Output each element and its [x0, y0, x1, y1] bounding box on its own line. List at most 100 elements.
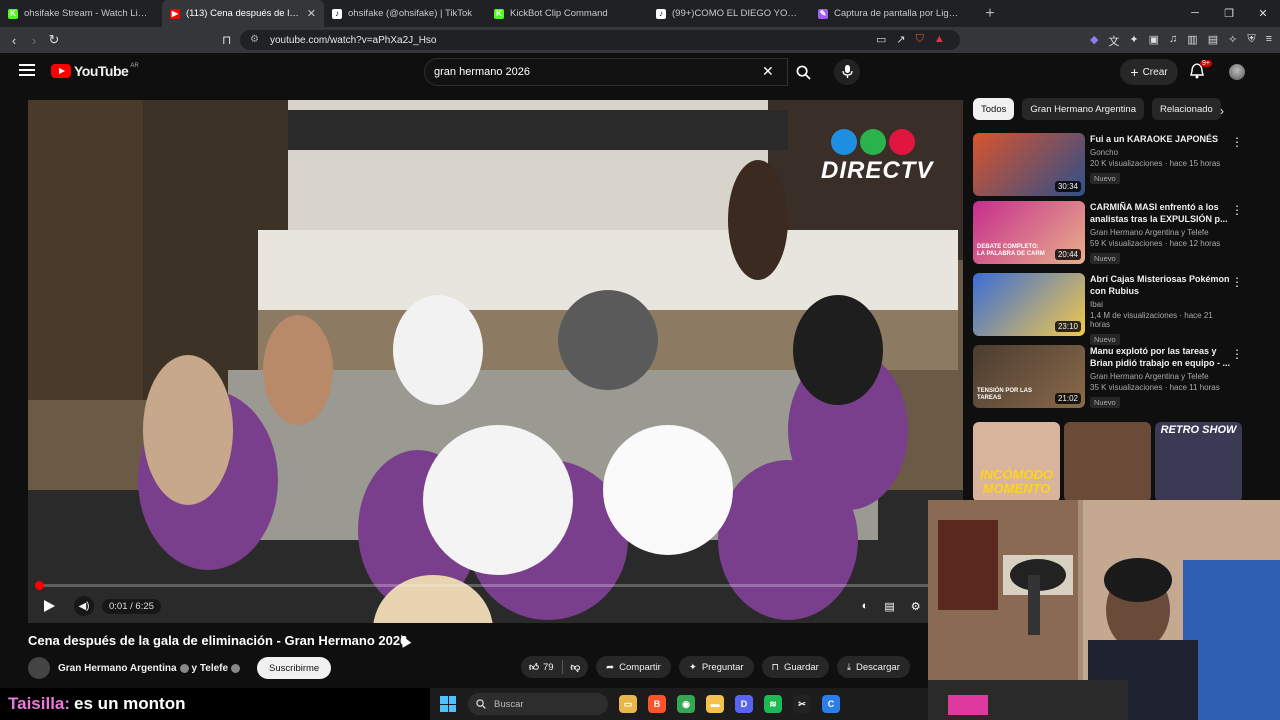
windows-start-icon[interactable]	[440, 696, 456, 712]
restore-icon[interactable]: ❐	[1212, 7, 1246, 20]
search-icon	[796, 65, 811, 80]
wallet-icon[interactable]: ▤	[1208, 33, 1218, 49]
video-player[interactable]: DIRECTV ◀) 0:01 / 6:25 ◐ ▤ ⚙ ▣	[28, 100, 963, 623]
video-title[interactable]: Manu explotó por las tareas y Brian pidi…	[1090, 345, 1230, 369]
channel-collaborator[interactable]: y Telefe	[192, 663, 229, 674]
video-thumbnail[interactable]: TENSIÓN POR LAS TAREAS 21:02	[973, 345, 1085, 408]
voice-search-button[interactable]	[834, 59, 860, 85]
like-button[interactable]: 👍︎ 79	[521, 661, 562, 674]
filter-chip[interactable]: Gran Hermano Argentina	[1022, 98, 1144, 120]
hamburger-menu-icon[interactable]	[19, 64, 35, 76]
extensions-puzzle-icon[interactable]: ✦	[1129, 33, 1138, 49]
tiktok-icon: ♪	[332, 8, 342, 19]
video-thumbnail[interactable]: DEBATE COMPLETO: LA PALABRA DE CARM 20:44	[973, 201, 1085, 264]
discord-icon[interactable]: D	[735, 695, 753, 713]
chevron-right-icon[interactable]: ›	[1220, 104, 1224, 118]
refresh-app-icon[interactable]: C	[822, 695, 840, 713]
search-input[interactable]: gran hermano 2026	[424, 58, 788, 86]
volume-icon[interactable]: ◀)	[74, 596, 94, 616]
browser-tab[interactable]: ♪ (99+)COMO EL DIEGO YO AMO LA T	[648, 0, 810, 27]
video-thumbnail[interactable]: 23:10	[973, 273, 1085, 336]
more-options-icon[interactable]: ⋮	[1231, 275, 1243, 289]
spotify-icon[interactable]: ≋	[764, 695, 782, 713]
file-explorer-icon[interactable]: ▭	[619, 695, 637, 713]
kickbot-icon: K	[494, 8, 504, 19]
recommended-video[interactable]: DEBATE COMPLETO: LA PALABRA DE CARM 20:44…	[973, 201, 1243, 265]
short-thumbnail[interactable]: RETRO SHOW	[1155, 422, 1242, 502]
settings-gear-icon[interactable]: ⚙	[911, 600, 921, 613]
scrubber-handle[interactable]	[34, 581, 44, 590]
new-badge: Nuevo	[1090, 334, 1120, 345]
brave-shield-icon[interactable]: ⛉	[916, 33, 924, 46]
progress-bar[interactable]	[34, 581, 955, 590]
subtitles-icon[interactable]: ▤	[884, 600, 894, 613]
new-tab-icon[interactable]: +	[980, 5, 1000, 23]
create-button[interactable]: + Crear	[1120, 59, 1178, 85]
channel-name[interactable]: Gran Hermano Argentina y Telefe	[1090, 228, 1230, 237]
autoplay-toggle-icon[interactable]: ◐	[862, 600, 869, 613]
close-window-icon[interactable]: ✕	[1246, 7, 1280, 20]
browser-tab[interactable]: ▶ (113) Cena después de la gala ✕	[162, 0, 324, 27]
brave-rewards-icon[interactable]: ▲	[934, 33, 945, 46]
screenshot-icon[interactable]: ▣	[1149, 33, 1159, 49]
forward-icon[interactable]: ›	[24, 33, 44, 48]
channel-avatar[interactable]	[28, 657, 50, 679]
folder-icon[interactable]: ▬	[706, 695, 724, 713]
browser-tab[interactable]: ✎ Captura de pantalla por Lightshot	[810, 0, 972, 27]
translate-icon[interactable]: 文	[1108, 33, 1119, 49]
recommended-video[interactable]: 23:10 Abrí Cajas Misteriosas Pokémon con …	[973, 273, 1243, 345]
recommended-video[interactable]: 30:34 Fui a un KARAOKE JAPONÉS Goncho 20 K …	[973, 133, 1243, 197]
site-info-icon[interactable]: ⚙	[250, 34, 259, 45]
leo-icon[interactable]: ✧	[1228, 33, 1237, 49]
minimize-icon[interactable]: ─	[1178, 7, 1212, 20]
tab-title: KickBot Clip Command	[510, 8, 608, 19]
download-button[interactable]: ⤓ Descargar	[836, 656, 910, 678]
recommended-video[interactable]: TENSIÓN POR LAS TAREAS 21:02 Manu explotó …	[973, 345, 1243, 409]
url-bar[interactable]: ⚙ youtube.com/watch?v=aPhXa2J_Hso	[240, 30, 960, 50]
save-button[interactable]: ⊓ Guardar	[761, 656, 829, 678]
video-title[interactable]: CARMIÑA MASI enfrentó a los analistas tr…	[1090, 201, 1230, 225]
bookmark-icon[interactable]: ⊓	[222, 33, 231, 47]
browser-tab[interactable]: K KickBot Clip Command	[486, 0, 648, 27]
browser-tab[interactable]: Kohsifake Stream - Watch Live on	[0, 0, 162, 27]
video-thumbnail[interactable]: 30:34	[973, 133, 1085, 196]
taskbar-search[interactable]: Buscar	[468, 693, 608, 715]
browser-menu-icon[interactable]: ≡	[1266, 33, 1272, 49]
video-title[interactable]: Abrí Cajas Misteriosas Pokémon con Rubiu…	[1090, 273, 1230, 297]
verified-icon	[179, 663, 189, 673]
share-button[interactable]: ➦ Compartir	[596, 656, 671, 678]
search-button[interactable]	[788, 58, 818, 86]
reload-icon[interactable]: ↻	[44, 32, 64, 48]
share-icon[interactable]: ↗	[896, 33, 905, 46]
more-options-icon[interactable]: ⋮	[1231, 347, 1243, 361]
channel-name[interactable]: Ibai	[1090, 300, 1230, 309]
music-icon[interactable]: ♫	[1169, 33, 1177, 49]
filter-chip[interactable]: Relacionado	[1151, 98, 1221, 120]
chrome-icon[interactable]: ◉	[677, 695, 695, 713]
clear-search-icon[interactable]: ✕	[762, 63, 774, 80]
channel-name[interactable]: Gran Hermano Argentina	[58, 663, 177, 674]
short-thumbnail[interactable]	[1064, 422, 1151, 502]
play-icon[interactable]	[42, 599, 56, 613]
screen-cast-icon[interactable]: ▭	[876, 33, 886, 46]
capcut-icon[interactable]: ✂	[793, 695, 811, 713]
back-icon[interactable]: ‹	[4, 33, 24, 48]
dislike-button[interactable]: 👎︎	[563, 661, 589, 673]
account-avatar[interactable]	[1229, 64, 1245, 80]
channel-name[interactable]: Gran Hermano Argentina y Telefe	[1090, 372, 1230, 381]
filter-chip[interactable]: Todos	[973, 98, 1015, 120]
channel-name[interactable]: Goncho	[1090, 148, 1230, 157]
extension-icon[interactable]: ◆	[1090, 33, 1098, 49]
sidebar-icon[interactable]: ▥	[1187, 33, 1197, 49]
more-options-icon[interactable]: ⋮	[1231, 135, 1243, 149]
close-tab-icon[interactable]: ✕	[307, 7, 316, 20]
short-thumbnail[interactable]: INCÓMODO MOMENTO	[973, 422, 1060, 502]
ask-button[interactable]: ✦ Preguntar	[678, 656, 754, 678]
vpn-icon[interactable]: ⛨	[1247, 33, 1255, 49]
browser-tab[interactable]: ♪ ohsifake (@ohsifake) | TikTok	[324, 0, 486, 27]
brave-icon[interactable]: B	[648, 695, 666, 713]
video-title[interactable]: Fui a un KARAOKE JAPONÉS	[1090, 133, 1230, 145]
youtube-logo[interactable]: YouTube AR	[51, 63, 139, 79]
subscribe-button[interactable]: Suscribirme	[257, 657, 332, 679]
more-options-icon[interactable]: ⋮	[1231, 203, 1243, 217]
